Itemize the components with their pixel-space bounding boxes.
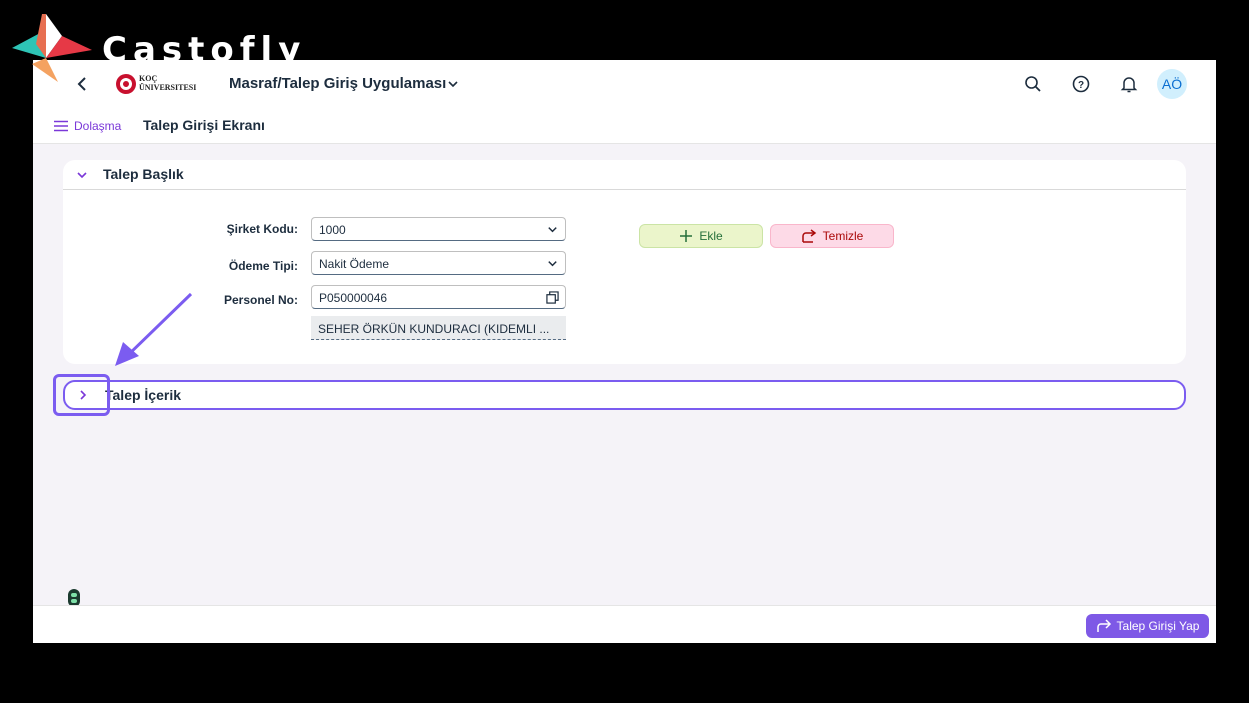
app-window: KOÇ ÜNIVERSITESI Masraf/Talep Giriş Uygu… <box>33 60 1216 643</box>
forward-icon <box>1096 619 1111 632</box>
castofly-logo: Castofly <box>12 12 300 84</box>
chevron-down-icon[interactable] <box>546 257 559 270</box>
chevron-down-icon[interactable] <box>446 77 460 91</box>
logo-line-2: ÜNIVERSITESI <box>139 83 197 92</box>
submit-request-button[interactable]: Talep Girişi Yap <box>1086 614 1209 638</box>
screen: Castofly KOÇ ÜNIVERSITESI Masraf/Talep G… <box>0 0 1249 703</box>
company-code-label: Şirket Kodu: <box>226 222 298 236</box>
navigation-button[interactable]: Dolaşma <box>53 118 121 134</box>
talep-icerik-panel[interactable]: Talep İçerik <box>63 380 1186 410</box>
add-button[interactable]: Ekle <box>639 224 763 248</box>
tutorial-arrow-icon <box>115 292 193 366</box>
chevron-down-icon[interactable] <box>75 168 89 182</box>
page-title: Talep Girişi Ekranı <box>143 117 265 133</box>
svg-text:?: ? <box>1078 80 1084 91</box>
clear-button-label: Temizle <box>822 229 864 243</box>
user-avatar[interactable]: AÖ <box>1157 69 1187 99</box>
menu-icon <box>54 120 68 132</box>
value-help-icon[interactable] <box>546 291 559 304</box>
bell-icon[interactable] <box>1119 74 1139 94</box>
help-icon[interactable]: ? <box>1071 74 1091 94</box>
payment-type-label: Ödeme Tipi: <box>228 259 298 273</box>
personnel-no-input[interactable]: P050000046 <box>311 285 566 309</box>
add-button-label: Ekle <box>699 229 723 243</box>
chevron-down-icon[interactable] <box>546 223 559 236</box>
company-code-value: 1000 <box>319 223 346 237</box>
panel-title: Talep Başlık <box>103 166 184 182</box>
search-icon[interactable] <box>1023 74 1043 94</box>
personnel-no-value: P050000046 <box>319 291 388 305</box>
company-code-select[interactable]: 1000 <box>311 217 566 241</box>
tutorial-highlight-box <box>53 374 110 416</box>
submit-button-label: Talep Girişi Yap <box>1116 619 1200 633</box>
castofly-wordmark: Castofly <box>102 30 307 70</box>
footer-bar: Talep Girişi Yap <box>33 605 1216 643</box>
talep-baslik-panel: Talep Başlık Şirket Kodu: 1000 Ödeme Tip… <box>63 160 1186 364</box>
panel-title: Talep İçerik <box>105 387 182 403</box>
plus-icon <box>680 230 693 242</box>
clear-button[interactable]: Temizle <box>770 224 894 248</box>
personnel-name-text: SEHER ÖRKÜN KUNDURACI (KIDEMLI ... <box>311 316 566 340</box>
sub-header: Dolaşma Talep Girişi Ekranı <box>33 108 1216 144</box>
castofly-logo-icon <box>12 14 92 82</box>
redo-icon <box>801 229 816 243</box>
payment-type-select[interactable]: Nakit Ödeme <box>311 251 566 275</box>
navigation-label: Dolaşma <box>74 119 122 133</box>
panel-header[interactable]: Talep Başlık <box>63 160 1186 190</box>
payment-type-value: Nakit Ödeme <box>319 257 390 271</box>
